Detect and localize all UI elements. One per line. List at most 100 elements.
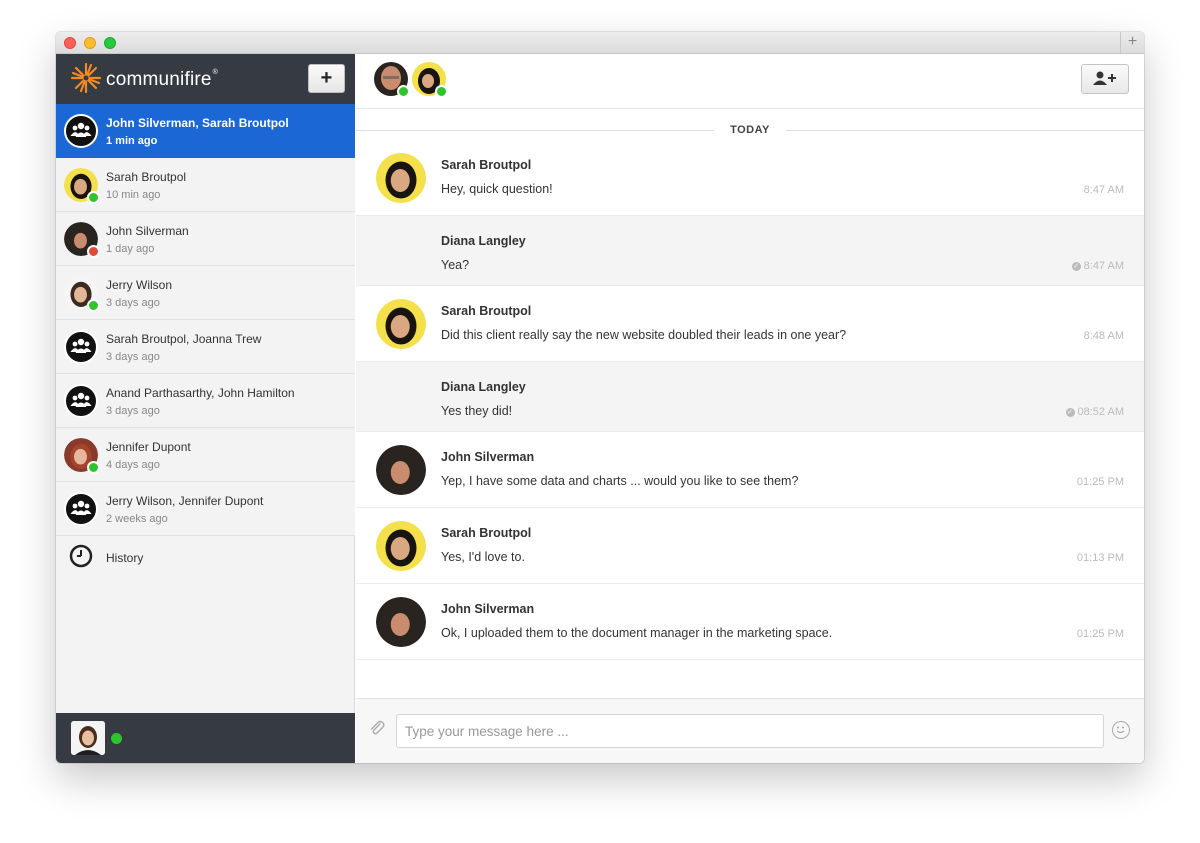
read-receipt-icon: ✓ <box>1065 408 1075 417</box>
message-text: Ok, I uploaded them to the document mana… <box>441 626 833 640</box>
message-row: Diana Langley Yea? ✓ 8:47 AM <box>356 216 1144 286</box>
message-row: Sarah Broutpol Yes, I'd love to. 01:13 PM <box>356 508 1144 584</box>
conversation-item[interactable]: Jennifer Dupont 4 days ago <box>56 428 355 482</box>
message-time: ✓ 8:47 AM <box>1071 260 1124 272</box>
conversation-avatar <box>64 384 98 418</box>
conversation-time: 10 min ago <box>106 189 161 201</box>
message-sender: Diana Langley <box>441 234 526 248</box>
message-row: John Silverman Yep, I have some data and … <box>356 432 1144 508</box>
conversation-name: John Silverman <box>106 224 189 238</box>
conversation-time: 3 days ago <box>106 297 160 309</box>
message-time: 01:25 PM <box>1076 476 1124 488</box>
communifire-logo-icon <box>70 62 102 94</box>
conversation-avatar <box>64 168 100 204</box>
message-avatar[interactable] <box>376 153 426 203</box>
paperclip-icon[interactable] <box>368 719 386 737</box>
conversation-name: Jerry Wilson, Jennifer Dupont <box>106 494 264 508</box>
app-logo-text: communifire® <box>106 69 219 90</box>
message-text: Yea? <box>441 258 470 272</box>
emoji-icon[interactable] <box>1112 721 1130 739</box>
history-label: History <box>106 551 144 565</box>
conversation-item[interactable]: John Silverman, Sarah Broutpol 1 min ago <box>56 104 355 158</box>
conversation-item[interactable]: Sarah Broutpol 10 min ago <box>56 158 355 212</box>
conversation-time: 3 days ago <box>106 351 160 363</box>
message-time: ✓ 08:52 AM <box>1065 406 1124 418</box>
close-window-button[interactable] <box>64 37 76 49</box>
message-avatar[interactable] <box>376 521 426 571</box>
conversation-avatar <box>64 276 100 312</box>
status-dot <box>87 461 100 474</box>
add-participant-button[interactable] <box>1081 64 1129 94</box>
conversation-item[interactable]: Jerry Wilson 3 days ago <box>56 266 355 320</box>
status-dot <box>87 191 100 204</box>
participant-avatar-sarah[interactable] <box>412 62 448 98</box>
read-receipt-icon: ✓ <box>1071 262 1081 271</box>
message-input[interactable] <box>396 714 1104 748</box>
conversation-name: Sarah Broutpol <box>106 170 187 184</box>
group-icon <box>64 330 98 364</box>
conversation-avatar <box>64 114 98 148</box>
conversation-avatar <box>64 492 98 526</box>
message-sender: John Silverman <box>441 450 535 464</box>
current-user-status-dot <box>111 733 122 744</box>
message-row: Sarah Broutpol Hey, quick question! 8:47 A… <box>356 140 1144 216</box>
message-row: Diana Langley Yes they did! ✓ 08:52 AM <box>356 362 1144 432</box>
message-avatar[interactable] <box>376 597 426 647</box>
group-icon <box>64 384 98 418</box>
conversation-time: 1 min ago <box>106 135 158 147</box>
chat-header <box>356 54 1144 109</box>
conversation-avatar <box>64 330 98 364</box>
zoom-window-button[interactable] <box>104 37 116 49</box>
participant-status-dot <box>435 85 448 98</box>
conversation-time: 1 day ago <box>106 243 155 255</box>
title-bar: + <box>56 32 1144 54</box>
current-user-avatar[interactable] <box>71 721 105 755</box>
message-sender: John Silverman <box>441 602 535 616</box>
add-user-icon <box>1093 71 1116 85</box>
message-time: 01:25 PM <box>1076 628 1124 640</box>
history-link[interactable]: History <box>56 536 355 580</box>
chat-panel: TODAY Sarah Broutpol Hey, quick question!… <box>356 54 1144 763</box>
conversation-time: 2 weeks ago <box>106 513 168 525</box>
status-dot <box>87 299 100 312</box>
conversation-item[interactable]: John Silverman 1 day ago <box>56 212 355 266</box>
message-sender: Sarah Broutpol <box>441 304 532 318</box>
message-text: Hey, quick question! <box>441 182 553 196</box>
conversation-item[interactable]: Jerry Wilson, Jennifer Dupont 2 weeks ago <box>56 482 355 536</box>
conversation-time: 3 days ago <box>106 405 160 417</box>
conversation-sidebar: communifire® + John Silverman, Sarah Bro… <box>56 54 355 763</box>
new-tab-button[interactable]: + <box>1120 32 1144 53</box>
current-user-bar <box>56 713 355 763</box>
group-icon <box>64 492 98 526</box>
participant-avatar-john[interactable] <box>374 62 410 98</box>
message-time: 8:47 AM <box>1083 184 1124 196</box>
message-time: 01:13 PM <box>1076 552 1124 564</box>
message-avatar[interactable] <box>376 445 426 495</box>
conversation-name: Sarah Broutpol, Joanna Trew <box>106 332 262 346</box>
conversation-name: John Silverman, Sarah Broutpol <box>106 116 289 130</box>
date-divider: TODAY <box>356 120 1144 140</box>
conversation-name: Jerry Wilson <box>106 278 173 292</box>
app-window: + communifire® + John Silverman, Sarah B… <box>56 32 1144 763</box>
message-avatar[interactable] <box>376 299 426 349</box>
clock-icon <box>69 544 93 568</box>
group-icon <box>64 114 98 148</box>
conversation-time: 4 days ago <box>106 459 160 471</box>
message-sender: Sarah Broutpol <box>441 526 532 540</box>
new-conversation-button[interactable]: + <box>308 64 345 93</box>
conversation-name: Jennifer Dupont <box>106 440 191 454</box>
conversation-item[interactable]: Anand Parthasarthy, John Hamilton 3 days … <box>56 374 355 428</box>
conversation-avatar <box>64 222 100 258</box>
message-row: John Silverman Ok, I uploaded them to the… <box>356 584 1144 660</box>
message-time: 8:48 AM <box>1083 330 1124 342</box>
conversation-item[interactable]: Sarah Broutpol, Joanna Trew 3 days ago <box>56 320 355 374</box>
conversation-name: Anand Parthasarthy, John Hamilton <box>106 386 295 400</box>
message-text: Yes, I'd love to. <box>441 550 525 564</box>
conversation-avatar <box>64 438 100 474</box>
minimize-window-button[interactable] <box>84 37 96 49</box>
participant-status-dot <box>397 85 410 98</box>
message-sender: Sarah Broutpol <box>441 158 532 172</box>
message-sender: Diana Langley <box>441 380 526 394</box>
sidebar-header: communifire® + <box>56 54 355 104</box>
message-composer <box>356 698 1144 763</box>
